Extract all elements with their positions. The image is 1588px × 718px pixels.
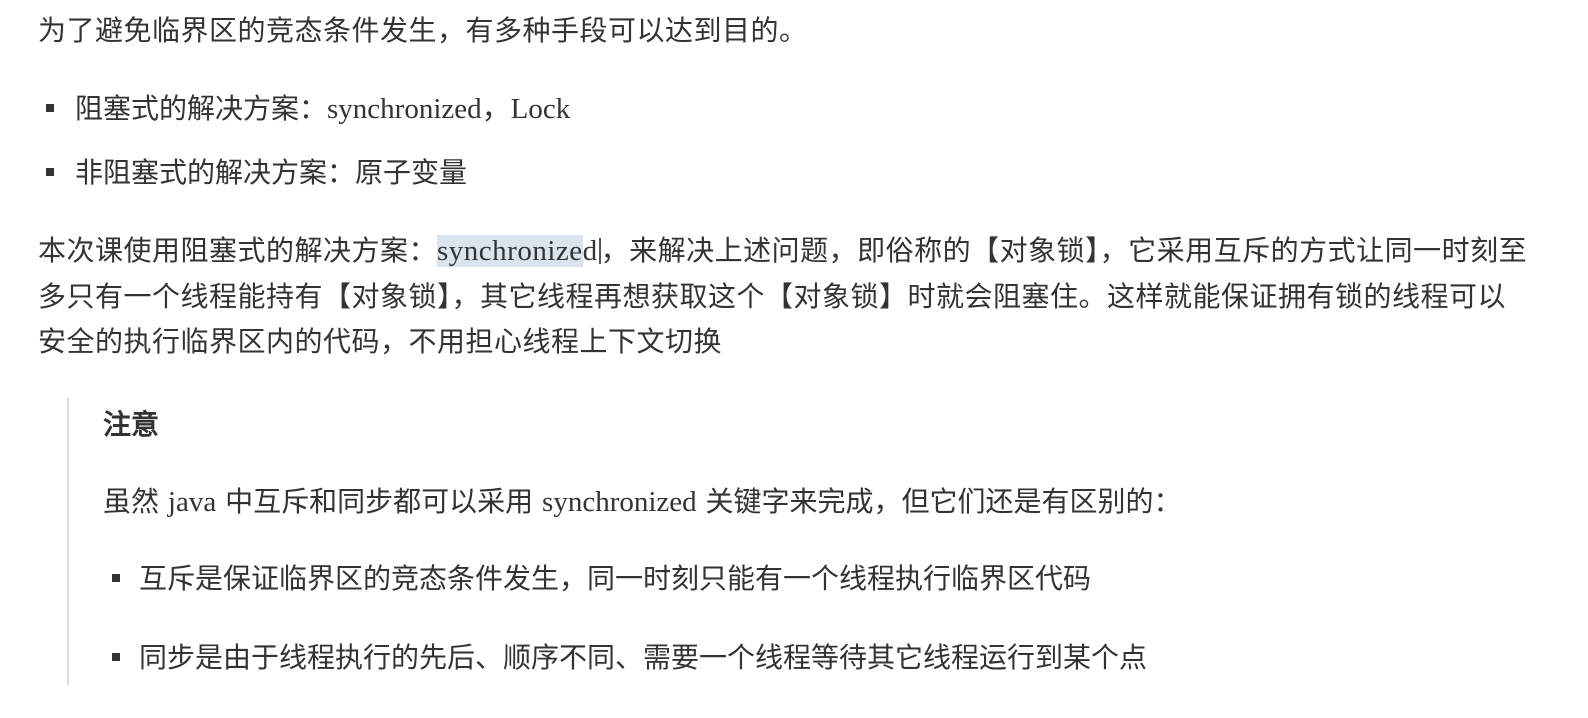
main-text-tail: d (582, 235, 598, 267)
solution-list: 阻塞式的解决方案：synchronized，Lock 非阻塞式的解决方案：原子变… (38, 86, 570, 214)
main-text-before: 本次课使用阻塞式的解决方案： (38, 234, 438, 267)
note-list-item-label: 同步是由于线程执行的先后、顺序不同、需要一个线程等待其它线程运行到某个点 (139, 641, 1148, 674)
list-item-blocking: 阻塞式的解决方案：synchronized，Lock (38, 86, 570, 150)
note-text-part: 中互斥和同步都可以采用 (216, 485, 543, 518)
note-text: 虽然 java 中互斥和同步都可以采用 synchronized 关键字来完成，… (103, 479, 1182, 525)
list-item-label: 阻塞式的解决方案： (75, 92, 328, 125)
bullet-square-icon (112, 653, 120, 661)
selected-text[interactable]: synchronize (437, 235, 583, 267)
bullet-square-icon (112, 574, 120, 582)
list-item-latin: synchronized，Lock (327, 93, 571, 125)
note-text-part: 虽然 (103, 485, 168, 518)
main-paragraph[interactable]: 本次课使用阻塞式的解决方案：synchronized ，来解决上述问题，即俗称的【… (38, 228, 1528, 364)
intro-paragraph: 为了避免临界区的竞态条件发生，有多种手段可以达到目的。 (38, 14, 808, 47)
note-list-item: 同步是由于线程执行的先后、顺序不同、需要一个线程等待其它线程运行到某个点 (103, 635, 1147, 714)
note-list-item: 互斥是保证临界区的竞态条件发生，同一时刻只能有一个线程执行临界区代码 (103, 556, 1147, 635)
note-blockquote: 注意 虽然 java 中互斥和同步都可以采用 synchronized 关键字来… (67, 398, 1369, 685)
bullet-square-icon (46, 168, 54, 176)
note-title: 注意 (103, 408, 160, 441)
note-list: 互斥是保证临界区的竞态条件发生，同一时刻只能有一个线程执行临界区代码 同步是由于… (103, 556, 1147, 714)
bullet-square-icon (46, 104, 54, 112)
list-item-label: 非阻塞式的解决方案：原子变量 (75, 156, 468, 189)
note-text-synchronized: synchronized (542, 486, 697, 518)
note-list-item-label: 互斥是保证临界区的竞态条件发生，同一时刻只能有一个线程执行临界区代码 (139, 562, 1092, 595)
note-text-part: 关键字来完成，但它们还是有区别的： (696, 485, 1182, 518)
list-item-nonblocking: 非阻塞式的解决方案：原子变量 (38, 150, 570, 214)
note-text-java: java (167, 486, 217, 518)
